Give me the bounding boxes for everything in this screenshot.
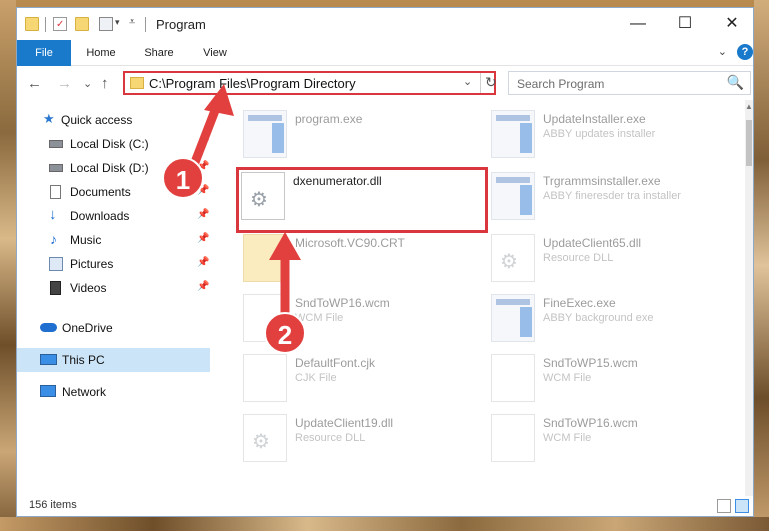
arrow-2 <box>269 232 301 325</box>
step-1-badge: 1 <box>162 157 204 199</box>
step-2-badge: 2 <box>264 312 306 354</box>
annotation-arrows <box>187 84 301 325</box>
arrow-1 <box>187 84 234 175</box>
